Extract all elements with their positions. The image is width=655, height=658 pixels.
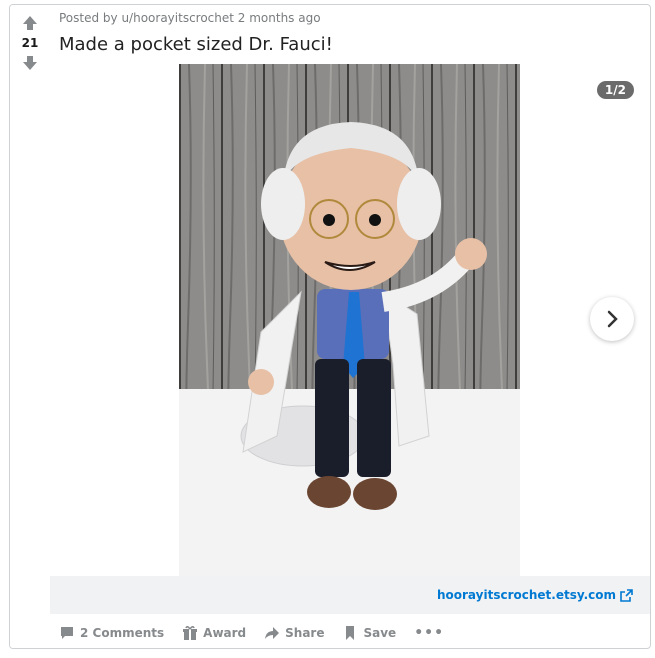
share-label: Share (285, 626, 325, 640)
post-meta: Posted by u/hoorayitscrochet 2 months ag… (59, 11, 321, 25)
external-link[interactable]: hoorayitscrochet.etsy.com (437, 588, 633, 602)
vote-column: 21 (10, 5, 50, 648)
share-button[interactable]: Share (264, 625, 324, 641)
external-link-text[interactable]: hoorayitscrochet.etsy.com (437, 588, 616, 602)
save-label: Save (363, 626, 397, 640)
gift-icon (183, 625, 198, 640)
post-title[interactable]: Made a pocket sized Dr. Fauci! (59, 34, 333, 55)
more-options-button[interactable]: ••• (414, 625, 444, 641)
chevron-right-icon (607, 310, 618, 328)
bookmark-icon (346, 626, 355, 640)
upvote-icon[interactable] (20, 13, 40, 33)
external-link-bar: hoorayitscrochet.etsy.com (50, 576, 650, 614)
comments-label: 2 Comments (80, 626, 165, 640)
vote-score: 21 (21, 36, 39, 50)
save-button[interactable]: Save (342, 625, 396, 641)
award-label: Award (203, 626, 247, 640)
share-arrow-icon (265, 627, 280, 639)
external-link-icon (620, 588, 633, 602)
next-image-button[interactable] (590, 297, 634, 341)
gallery-counter: 1/2 (596, 81, 634, 99)
post-card[interactable]: 21 Posted by u/hoorayitscrochet 2 months… (9, 4, 651, 649)
post-actions: 2 Comments Award Share Save ••• (59, 621, 444, 645)
comments-button[interactable]: 2 Comments (59, 625, 164, 641)
award-button[interactable]: Award (182, 625, 246, 641)
comment-icon (61, 627, 73, 639)
gallery-image[interactable] (179, 64, 520, 576)
image-gallery[interactable]: 1/2 (50, 64, 650, 576)
downvote-icon[interactable] (20, 53, 40, 73)
